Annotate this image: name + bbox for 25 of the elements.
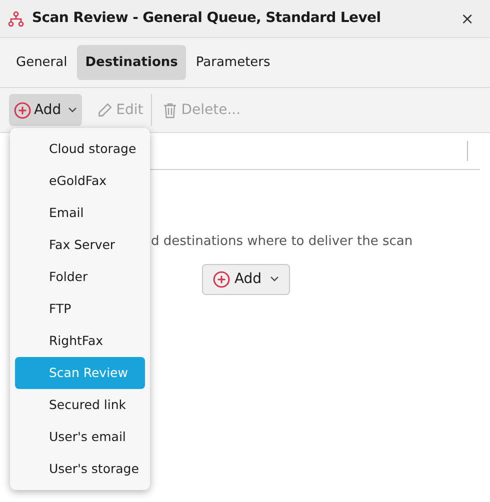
network-icon — [8, 10, 24, 26]
menu-item[interactable]: FTP — [15, 293, 145, 325]
tab[interactable]: Parameters — [188, 45, 278, 80]
menu-item[interactable]: eGoldFax — [15, 165, 145, 197]
menu-item[interactable]: Fax Server — [15, 229, 145, 261]
menu-item[interactable]: RightFax — [15, 325, 145, 357]
pencil-icon — [96, 102, 114, 118]
caret-icon — [270, 276, 279, 282]
menu-item[interactable]: User's storage — [15, 453, 145, 485]
add-menu-button[interactable]: Add — [9, 94, 82, 126]
tab[interactable]: General — [8, 45, 76, 80]
close-button[interactable]: × — [460, 6, 474, 30]
caret-icon — [68, 107, 78, 113]
add-circle-icon — [14, 102, 31, 118]
menu-item[interactable]: User's email — [15, 421, 145, 453]
menu-item[interactable]: Folder — [15, 261, 145, 293]
tab[interactable]: Destinations — [77, 45, 186, 80]
window-title: Scan Review - General Queue, Standard Level — [32, 9, 382, 28]
trash-icon — [162, 102, 178, 118]
menu-item[interactable]: Secured link — [15, 389, 145, 421]
menu-item[interactable]: Email — [15, 197, 145, 229]
menu-item[interactable]: Cloud storage — [15, 133, 145, 165]
add-button[interactable]: Add — [202, 264, 290, 294]
add-circle-icon — [213, 270, 230, 288]
empty-message: d destinations where to deliver the scan — [151, 234, 413, 249]
